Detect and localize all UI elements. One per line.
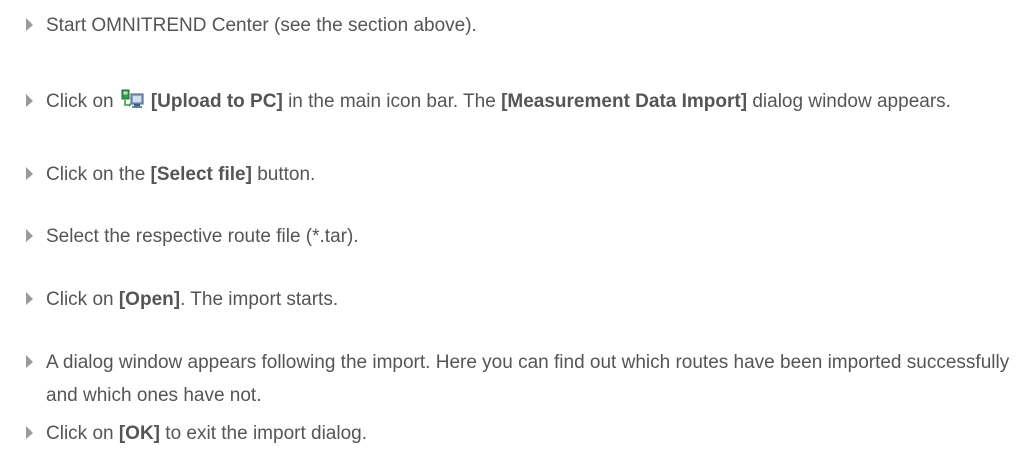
ui-element-reference: [OK] (118, 423, 161, 444)
instruction-step: Select the respective route file (*.tar)… (26, 220, 1016, 253)
step-text-segment: A dialog window appears following the im… (46, 352, 1010, 406)
step-text-segment: Start OMNITREND Center (see the section … (46, 15, 477, 36)
step-text: Click on [OK] to exit the import dialog. (26, 417, 1016, 450)
step-text: Click on [Upload to PC] in the main icon… (26, 85, 1016, 118)
upload-to-pc-icon[interactable] (119, 87, 145, 111)
step-text-segment: Click on the (46, 164, 151, 185)
step-text-segment: . The import starts. (180, 289, 339, 310)
step-text: Start OMNITREND Center (see the section … (26, 9, 1016, 42)
step-text-segment: Select the respective route file (*.tar)… (46, 226, 359, 247)
step-text: Click on the [Select file] button. (26, 158, 1016, 191)
instruction-step: Start OMNITREND Center (see the section … (26, 9, 1016, 42)
step-text-segment: Click on (46, 289, 119, 310)
bullet-arrow-icon (26, 18, 33, 31)
step-text-segment: Click on (46, 91, 119, 112)
step-text: Select the respective route file (*.tar)… (26, 220, 1016, 253)
bullet-arrow-icon (26, 229, 33, 242)
ui-element-reference: [Upload to PC] (150, 91, 283, 112)
step-text-segment: dialog window appears. (747, 91, 951, 112)
bullet-arrow-icon (26, 292, 33, 305)
step-text-segment: to exit the import dialog. (160, 423, 368, 444)
instruction-step: Click on the [Select file] button. (26, 158, 1016, 191)
bullet-arrow-icon (26, 167, 33, 180)
instruction-step: Click on [Upload to PC] in the main icon… (26, 85, 1016, 118)
step-text: A dialog window appears following the im… (26, 346, 1016, 412)
step-text-segment: Click on (46, 423, 119, 444)
bullet-arrow-icon (26, 426, 33, 439)
step-text-segment: button. (251, 164, 316, 185)
ui-element-reference: [Measurement Data Import] (501, 91, 748, 112)
bullet-arrow-icon (26, 355, 33, 368)
instruction-step: A dialog window appears following the im… (26, 346, 1016, 412)
step-text-segment: in the main icon bar. The (282, 91, 502, 112)
step-text: Click on [Open]. The import starts. (26, 283, 1016, 316)
bullet-arrow-icon (26, 94, 33, 107)
instruction-step: Click on [OK] to exit the import dialog. (26, 417, 1016, 450)
instruction-step: Click on [Open]. The import starts. (26, 283, 1016, 316)
ui-element-reference: [Open] (118, 289, 181, 310)
ui-element-reference: [Select file] (150, 164, 252, 185)
